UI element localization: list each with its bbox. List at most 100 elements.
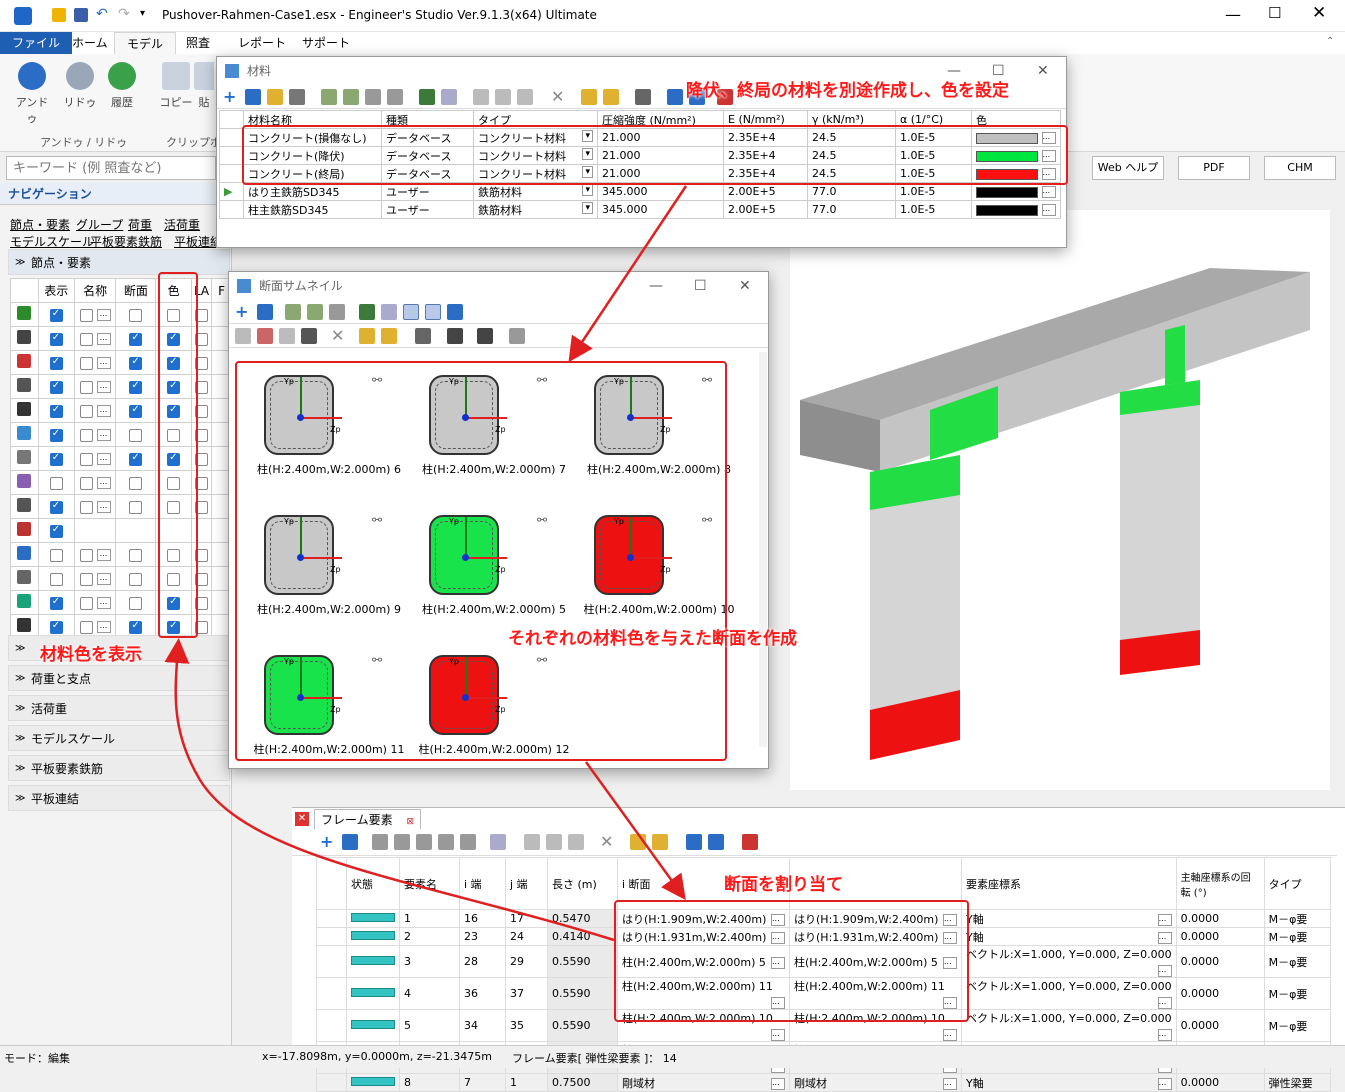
element-type-icon[interactable] (17, 570, 32, 584)
material-kind[interactable]: ユーザー (381, 200, 474, 219)
paste-row-icon[interactable] (495, 89, 511, 105)
frame-jsec[interactable]: 剛域材 ... (789, 1073, 962, 1092)
frame-rot[interactable]: 0.0000 (1175, 945, 1265, 978)
section-checkbox[interactable] (129, 308, 143, 322)
paste-button[interactable]: 貼 (194, 62, 214, 110)
find-icon[interactable] (581, 89, 597, 105)
isec-picker-button[interactable]: ... (771, 1029, 785, 1041)
copy-row-icon[interactable] (473, 89, 489, 105)
section-nodes[interactable]: ≫ 節点・要素 (8, 249, 230, 275)
undo-quick-icon[interactable]: ↶ (96, 6, 108, 22)
jsec-picker-button[interactable]: ... (943, 1077, 957, 1090)
name-options-button[interactable]: ... (96, 573, 111, 585)
section-checkbox[interactable] (129, 596, 143, 610)
frame-coord[interactable]: ベクトル:X=1.000, Y=0.000, Z=0.000 ... (961, 1009, 1177, 1042)
name-options-button[interactable]: ... (96, 549, 111, 561)
section-checkbox[interactable] (129, 452, 143, 466)
thumb-maximize-button[interactable]: ☐ (694, 272, 707, 300)
frame-coord[interactable]: ベクトル:X=1.000, Y=0.000, Z=0.000 ... (961, 945, 1177, 978)
material-type[interactable]: 鉄筋材料 ▾ (473, 200, 598, 219)
thumb-down-icon[interactable] (307, 304, 323, 320)
type-dropdown-icon[interactable]: ▾ (582, 201, 593, 214)
thumb-copy-icon[interactable] (235, 328, 251, 344)
name-checkbox[interactable] (79, 380, 93, 394)
thumb-display-icon[interactable] (447, 304, 463, 320)
nav-section[interactable]: ≫ 平板連結 (8, 785, 230, 811)
collapse-ribbon-icon[interactable]: ⌃ (1326, 36, 1334, 47)
element-type-icon[interactable] (17, 426, 32, 440)
thumb-minimize-button[interactable]: — (649, 272, 663, 300)
thumb-delete-icon[interactable]: ✕ (331, 326, 347, 345)
insert-icon[interactable] (245, 89, 261, 105)
save-icon[interactable] (74, 8, 88, 22)
thumb-axis-icon[interactable] (425, 304, 441, 320)
show-checkbox[interactable] (49, 524, 63, 538)
section-checkbox[interactable] (129, 548, 143, 562)
redo-quick-icon[interactable]: ↷ (118, 6, 130, 22)
frame-type[interactable]: M－φ要 (1263, 977, 1331, 1010)
frame-i[interactable]: 36 (459, 977, 506, 1010)
frame-paste2-icon[interactable] (568, 834, 584, 850)
name-options-button[interactable]: ... (96, 333, 111, 345)
isec-picker-button[interactable]: ... (771, 1077, 785, 1090)
move-up-icon[interactable] (321, 89, 337, 105)
nav-link-liveload[interactable]: 活荷重 (164, 216, 200, 233)
frame-name[interactable]: 4 (399, 977, 460, 1010)
frame-name[interactable]: 8 (399, 1073, 460, 1092)
name-options-button[interactable]: ... (96, 405, 111, 417)
name-checkbox[interactable] (79, 452, 93, 466)
undo-button[interactable]: アンドゥ (12, 62, 52, 126)
frame-i[interactable]: 23 (459, 927, 506, 946)
frame-find-icon[interactable] (630, 834, 646, 850)
element-type-icon[interactable] (17, 618, 32, 632)
tab-frame-elements[interactable]: フレーム要素 ⊠ (314, 809, 422, 829)
thumb-paste-icon[interactable] (257, 328, 273, 344)
show-checkbox[interactable] (49, 596, 63, 610)
name-options-button[interactable]: ... (96, 597, 111, 609)
material-row[interactable]: 柱主鉄筋SD345 ユーザー 鉄筋材料 ▾ 345.000 2.00E+5 77… (219, 200, 1061, 219)
section-checkbox[interactable] (129, 380, 143, 394)
show-checkbox[interactable] (49, 452, 63, 466)
lock-icon[interactable] (289, 89, 305, 105)
nav-link-plate-rebar[interactable]: 平板要素鉄筋 (90, 233, 162, 250)
tab-home[interactable]: ホーム (60, 32, 120, 54)
element-type-icon[interactable] (17, 354, 32, 368)
check-icon[interactable] (603, 89, 619, 105)
nav-link-load[interactable]: 荷重 (128, 216, 152, 233)
material-strength[interactable]: 345.000 (597, 200, 724, 219)
sort-icon[interactable] (441, 89, 457, 105)
section-checkbox[interactable] (129, 332, 143, 346)
coord-picker-button[interactable]: ... (1157, 1029, 1172, 1041)
element-type-icon[interactable] (17, 450, 32, 464)
thumb-sort-icon[interactable] (381, 304, 397, 320)
name-options-button[interactable]: ... (96, 309, 111, 321)
name-checkbox[interactable] (79, 596, 93, 610)
nav-section[interactable]: ≫ 活荷重 (8, 695, 230, 721)
frame-i[interactable]: 28 (459, 945, 506, 978)
section-checkbox[interactable] (129, 476, 143, 490)
element-type-icon[interactable] (17, 498, 32, 512)
thumb-abc-icon[interactable] (301, 328, 317, 344)
tab-check[interactable]: 照査 (174, 32, 222, 54)
thumb-bottom-icon[interactable] (329, 304, 345, 320)
name-checkbox[interactable] (79, 476, 93, 490)
material-row[interactable]: ▶ はり主鉄筋SD345 ユーザー 鉄筋材料 ▾ 345.000 2.00E+5… (219, 182, 1061, 201)
element-type-icon[interactable] (17, 378, 32, 392)
delete-icon[interactable]: ✕ (551, 87, 567, 106)
thumb-scrollbar[interactable] (759, 352, 767, 747)
show-checkbox[interactable] (49, 332, 63, 346)
name-checkbox[interactable] (79, 308, 93, 322)
frame-rot[interactable]: 0.0000 (1175, 909, 1265, 928)
thumb-paste2-icon[interactable] (279, 328, 295, 344)
chm-button[interactable]: CHM (1264, 156, 1336, 180)
type-dropdown-icon[interactable]: ▾ (582, 183, 593, 196)
material-gamma[interactable]: 77.0 (807, 200, 896, 219)
coord-picker-button[interactable]: ... (1157, 1077, 1172, 1090)
link-icon[interactable] (635, 89, 651, 105)
move-bottom-icon[interactable] (365, 89, 381, 105)
frame-grid-icon[interactable] (438, 834, 454, 850)
frame-i[interactable]: 7 (459, 1073, 506, 1092)
frame-rot[interactable]: 0.0000 (1175, 977, 1265, 1010)
thumb-table-icon[interactable] (509, 328, 525, 344)
material-name[interactable]: はり主鉄筋SD345 (243, 182, 382, 201)
